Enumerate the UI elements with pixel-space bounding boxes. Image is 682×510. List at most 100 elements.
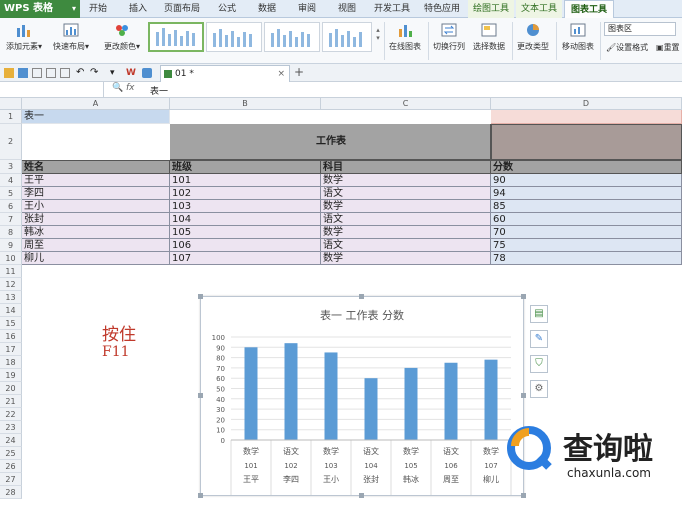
tab-formula[interactable]: 公式 [212,0,242,18]
chart-filter-icon[interactable]: ⛉ [530,355,548,373]
table-cell[interactable]: 柳儿 [22,252,170,265]
table-cell[interactable]: 数学 [321,174,491,187]
tab-special[interactable]: 特色应用 [420,0,464,18]
format-button[interactable]: 🖌设置格式 [606,42,654,53]
resize-handle-b[interactable] [359,493,364,498]
row-header[interactable]: 24 [0,434,22,447]
chart-style-brush-icon[interactable]: ✎ [530,330,548,348]
row-header[interactable]: 11 [0,265,22,278]
customize-icon[interactable]: ▾ [110,68,120,78]
table-cell[interactable]: 王平 [22,174,170,187]
tab-review[interactable]: 审阅 [292,0,322,18]
row-header[interactable]: 14 [0,304,22,317]
row-header[interactable]: 6 [0,200,22,213]
table-cell[interactable]: 周至 [22,239,170,252]
redo-icon[interactable]: ↷ [90,68,100,78]
chart-style-1[interactable] [148,22,204,52]
switch-row-col-button[interactable]: 切换行列 [430,22,468,52]
table-cell[interactable]: 数学 [321,226,491,239]
tab-developer[interactable]: 开发工具 [370,0,414,18]
zoom-icon[interactable]: 🔍 [112,83,123,93]
new-tab-icon[interactable]: + [294,65,304,79]
table-cell[interactable]: 王小 [22,200,170,213]
resize-handle-tl[interactable] [198,294,203,299]
table-cell[interactable]: 103 [170,200,321,213]
column-header-a[interactable]: A [22,98,170,110]
table-cell[interactable]: 语文 [321,187,491,200]
table-cell[interactable]: 102 [170,187,321,200]
table-cell[interactable]: 数学 [321,252,491,265]
table-cell[interactable]: 张封 [22,213,170,226]
table-cell[interactable]: 李四 [22,187,170,200]
tab-page-layout[interactable]: 页面布局 [160,0,204,18]
document-tab[interactable]: 01 * × [160,65,290,82]
chart-style-3[interactable] [264,22,320,52]
row-header[interactable]: 23 [0,421,22,434]
row-header[interactable]: 19 [0,369,22,382]
tab-drawing-tools[interactable]: 绘图工具 [468,0,514,18]
table-cell[interactable]: 101 [170,174,321,187]
tab-insert[interactable]: 插入 [124,0,152,18]
row-header[interactable]: 28 [0,486,22,499]
style-scroll-icon[interactable]: ▴ ▾ [374,26,382,42]
quick-layout-button[interactable]: 快速布局▾ [50,22,92,52]
undo-icon[interactable]: ↶ [76,68,86,78]
row-header[interactable]: 10 [0,252,22,265]
tab-home[interactable]: 开始 [84,0,112,18]
table-cell[interactable]: 75 [491,239,682,252]
row-header[interactable]: 26 [0,460,22,473]
bar-chart[interactable]: 表一 工作表 分数 0 10 20 30 40 50 60 70 80 90 100 数学 101 王平 语文… [200,296,524,504]
table-cell[interactable]: 表一 [22,110,170,124]
chart-elements-icon[interactable]: ▤ [530,305,548,323]
chart-element-select[interactable]: 图表区 [604,22,676,36]
row-header[interactable]: 18 [0,356,22,369]
resize-handle-bl[interactable] [198,493,203,498]
table-cell[interactable]: 语文 [321,213,491,226]
table-cell[interactable]: 104 [170,213,321,226]
column-header-b[interactable]: B [170,98,321,110]
row-header[interactable]: 25 [0,447,22,460]
table-cell[interactable]: 90 [491,174,682,187]
table-cell[interactable]: 85 [491,200,682,213]
row-header[interactable]: 13 [0,291,22,304]
row-header[interactable]: 15 [0,317,22,330]
row-header[interactable]: 9 [0,239,22,252]
cube-icon[interactable] [142,68,152,78]
row-header[interactable]: 5 [0,187,22,200]
row-header[interactable]: 21 [0,395,22,408]
row-header[interactable]: 22 [0,408,22,421]
formula-input[interactable]: 表一 [150,84,168,97]
resize-handle-tr[interactable] [521,294,526,299]
row-header[interactable]: 27 [0,473,22,486]
table-cell[interactable]: 106 [170,239,321,252]
table-cell[interactable]: 105 [170,226,321,239]
table-cell[interactable]: 科目 [321,160,491,174]
app-logo[interactable]: WPS 表格 ▾ [0,0,80,18]
row-header[interactable]: 3 [0,160,22,174]
print-preview-icon[interactable] [46,68,56,78]
table-cell[interactable]: 94 [491,187,682,200]
resize-handle-r[interactable] [521,393,526,398]
row-header[interactable]: 4 [0,174,22,187]
move-chart-button[interactable]: 移动图表 [558,22,598,52]
row-header[interactable]: 2 [0,124,22,160]
tab-text-tools[interactable]: 文本工具 [516,0,562,18]
wps-icon[interactable]: W [126,68,136,78]
table-cell[interactable]: 107 [170,252,321,265]
online-chart-button[interactable]: 在线图表 [386,22,424,52]
table-title[interactable]: 工作表 [170,124,491,160]
table-cell[interactable] [491,110,682,124]
chart-settings-icon[interactable]: ⚙ [530,380,548,398]
reset-button[interactable]: ▣重置 [656,42,682,53]
table-cell[interactable]: 姓名 [22,160,170,174]
tab-chart-tools[interactable]: 图表工具 [564,0,614,18]
row-header[interactable]: 12 [0,278,22,291]
table-cell[interactable]: 班级 [170,160,321,174]
table-cell[interactable]: 分数 [491,160,682,174]
change-type-button[interactable]: 更改类型 [514,22,552,52]
open-icon[interactable] [4,68,14,78]
row-header[interactable]: 8 [0,226,22,239]
table-cell[interactable]: 60 [491,213,682,226]
table-cell[interactable]: 数学 [321,200,491,213]
pdf-icon[interactable] [60,68,70,78]
